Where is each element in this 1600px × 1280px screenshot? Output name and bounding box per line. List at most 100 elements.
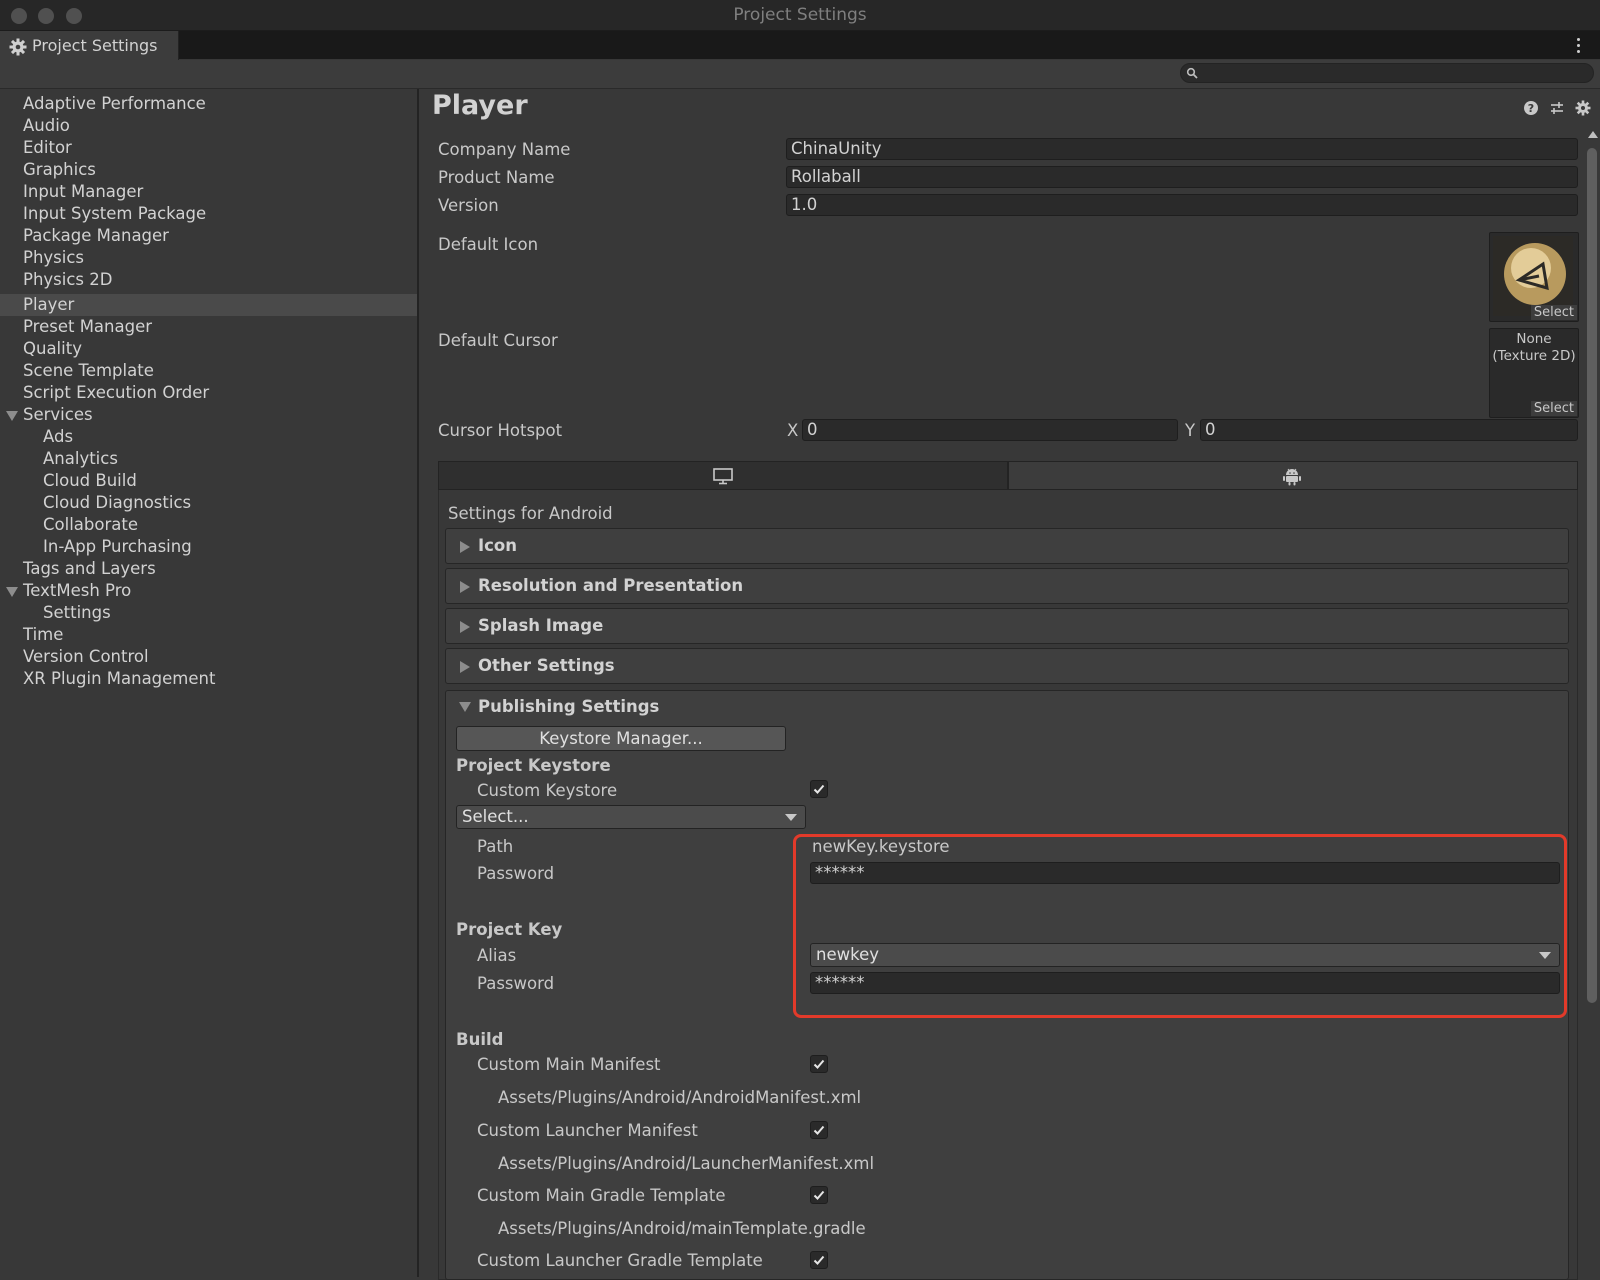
section-title: Splash Image — [478, 616, 604, 635]
expand-arrow-icon — [460, 661, 470, 673]
kebab-menu-icon[interactable] — [1572, 31, 1586, 59]
product-name-label: Product Name — [438, 168, 555, 187]
hotspot-y-label: Y — [1185, 421, 1196, 440]
sidebar-item-input-system-package[interactable]: Input System Package — [23, 203, 206, 225]
dropdown-value: Select... — [462, 807, 529, 826]
sidebar-item-time[interactable]: Time — [23, 624, 63, 646]
project-key-heading: Project Key — [456, 920, 563, 939]
sidebar-item-scene-template[interactable]: Scene Template — [23, 360, 154, 382]
sidebar-item-cloud-build[interactable]: Cloud Build — [43, 470, 137, 492]
custom-launcher-manifest-checkbox[interactable] — [810, 1121, 828, 1139]
main-gradle-template-path: Assets/Plugins/Android/mainTemplate.grad… — [498, 1219, 866, 1238]
sidebar-item-textmesh-settings[interactable]: Settings — [43, 602, 111, 624]
sidebar-item-adaptive-performance[interactable]: Adaptive Performance — [23, 93, 206, 115]
hotspot-x-field[interactable]: 0 — [802, 419, 1178, 441]
sidebar-item-cloud-diagnostics[interactable]: Cloud Diagnostics — [43, 492, 191, 514]
sidebar-item-graphics[interactable]: Graphics — [23, 159, 96, 181]
textmesh-pro-foldout-icon[interactable] — [6, 587, 18, 597]
sidebar-item-audio[interactable]: Audio — [23, 115, 70, 137]
tab-standalone-platform[interactable] — [438, 461, 1008, 490]
sidebar-item-xr-plugin-management[interactable]: XR Plugin Management — [23, 668, 215, 690]
custom-main-manifest-label: Custom Main Manifest — [477, 1055, 661, 1074]
search-input[interactable] — [1180, 63, 1594, 83]
section-title: Resolution and Presentation — [478, 576, 744, 595]
hotspot-x-label: X — [787, 421, 799, 440]
sidebar-item-in-app-purchasing[interactable]: In-App Purchasing — [43, 536, 192, 558]
publishing-settings-title[interactable]: Publishing Settings — [478, 697, 659, 716]
custom-launcher-gradle-template-checkbox[interactable] — [810, 1251, 828, 1269]
sidebar-item-player[interactable]: Player — [23, 294, 74, 316]
section-icon[interactable]: Icon — [445, 528, 1569, 564]
checkmark-icon — [813, 784, 825, 794]
scrollbar-thumb[interactable] — [1587, 148, 1597, 1003]
company-name-field[interactable]: ChinaUnity — [786, 138, 1578, 160]
build-heading: Build — [456, 1030, 504, 1049]
sidebar-item-script-execution-order[interactable]: Script Execution Order — [23, 382, 209, 404]
custom-main-gradle-template-checkbox[interactable] — [810, 1186, 828, 1204]
preset-sliders-icon[interactable] — [1549, 100, 1565, 116]
sidebar-item-tags-and-layers[interactable]: Tags and Layers — [23, 558, 156, 580]
sidebar-item-physics[interactable]: Physics — [23, 247, 84, 269]
custom-main-manifest-checkbox[interactable] — [810, 1055, 828, 1073]
default-cursor-field[interactable]: None (Texture 2D) Select — [1489, 328, 1579, 418]
settings-for-android-label: Settings for Android — [448, 504, 613, 523]
sidebar-item-editor[interactable]: Editor — [23, 137, 72, 159]
settings-gear-icon[interactable] — [1575, 100, 1591, 116]
collapse-arrow-icon[interactable] — [459, 702, 471, 712]
section-title: Other Settings — [478, 656, 615, 675]
keystore-manager-button[interactable]: Keystore Manager... — [456, 726, 786, 751]
cursor-select-button[interactable]: Select — [1530, 401, 1577, 416]
tab-android-platform[interactable] — [1008, 461, 1578, 490]
unity-logo-thumbnail — [1493, 236, 1573, 316]
tab-project-settings[interactable]: Project Settings — [0, 31, 179, 60]
launcher-manifest-path: Assets/Plugins/Android/LauncherManifest.… — [498, 1154, 875, 1173]
keystore-password-label: Password — [477, 864, 555, 883]
sidebar-item-ads[interactable]: Ads — [43, 426, 73, 448]
monitor-icon — [713, 468, 733, 485]
window-title: Project Settings — [733, 5, 867, 25]
scroll-up-arrow-icon[interactable] — [1588, 131, 1598, 138]
cursor-none-text: None — [1516, 331, 1552, 347]
svg-text:?: ? — [1528, 102, 1534, 115]
sidebar-item-collaborate[interactable]: Collaborate — [43, 514, 138, 536]
page-title: Player — [432, 90, 528, 121]
sidebar-item-services[interactable]: Services — [23, 404, 93, 426]
key-password-label: Password — [477, 974, 555, 993]
custom-launcher-manifest-label: Custom Launcher Manifest — [477, 1121, 698, 1140]
hotspot-y-field[interactable]: 0 — [1200, 419, 1578, 441]
section-other-settings[interactable]: Other Settings — [445, 648, 1569, 684]
sidebar-item-preset-manager[interactable]: Preset Manager — [23, 316, 152, 338]
default-icon-field[interactable]: Select — [1489, 232, 1579, 322]
custom-keystore-checkbox[interactable] — [810, 780, 828, 798]
section-splash-image[interactable]: Splash Image — [445, 608, 1569, 644]
sidebar-item-input-manager[interactable]: Input Manager — [23, 181, 143, 203]
path-label: Path — [477, 837, 514, 856]
gear-icon — [9, 38, 27, 56]
project-keystore-heading: Project Keystore — [456, 756, 611, 775]
android-icon — [1283, 468, 1301, 486]
alias-label: Alias — [477, 946, 517, 965]
product-name-field[interactable]: Rollaball — [786, 166, 1578, 188]
sidebar-item-analytics[interactable]: Analytics — [43, 448, 118, 470]
expand-arrow-icon — [460, 621, 470, 633]
version-field[interactable]: 1.0 — [786, 194, 1578, 216]
tab-label: Project Settings — [32, 36, 158, 55]
company-name-label: Company Name — [438, 140, 571, 159]
sidebar-item-textmesh-pro[interactable]: TextMesh Pro — [23, 580, 131, 602]
sidebar-item-quality[interactable]: Quality — [23, 338, 82, 360]
default-icon-label: Default Icon — [438, 235, 539, 254]
search-icon — [1186, 67, 1198, 79]
icon-select-button[interactable]: Select — [1530, 305, 1577, 320]
sidebar-item-version-control[interactable]: Version Control — [23, 646, 149, 668]
version-label: Version — [438, 196, 499, 215]
help-icon[interactable]: ? — [1523, 100, 1539, 116]
sidebar-item-physics-2d[interactable]: Physics 2D — [23, 269, 112, 291]
section-resolution-and-presentation[interactable]: Resolution and Presentation — [445, 568, 1569, 604]
sidebar-item-package-manager[interactable]: Package Manager — [23, 225, 169, 247]
custom-launcher-gradle-template-label: Custom Launcher Gradle Template — [477, 1251, 763, 1270]
custom-main-gradle-template-label: Custom Main Gradle Template — [477, 1186, 726, 1205]
main-manifest-path: Assets/Plugins/Android/AndroidManifest.x… — [498, 1088, 862, 1107]
keystore-select-dropdown[interactable]: Select... — [456, 805, 806, 829]
cursor-hotspot-label: Cursor Hotspot — [438, 421, 563, 440]
services-foldout-icon[interactable] — [6, 411, 18, 421]
